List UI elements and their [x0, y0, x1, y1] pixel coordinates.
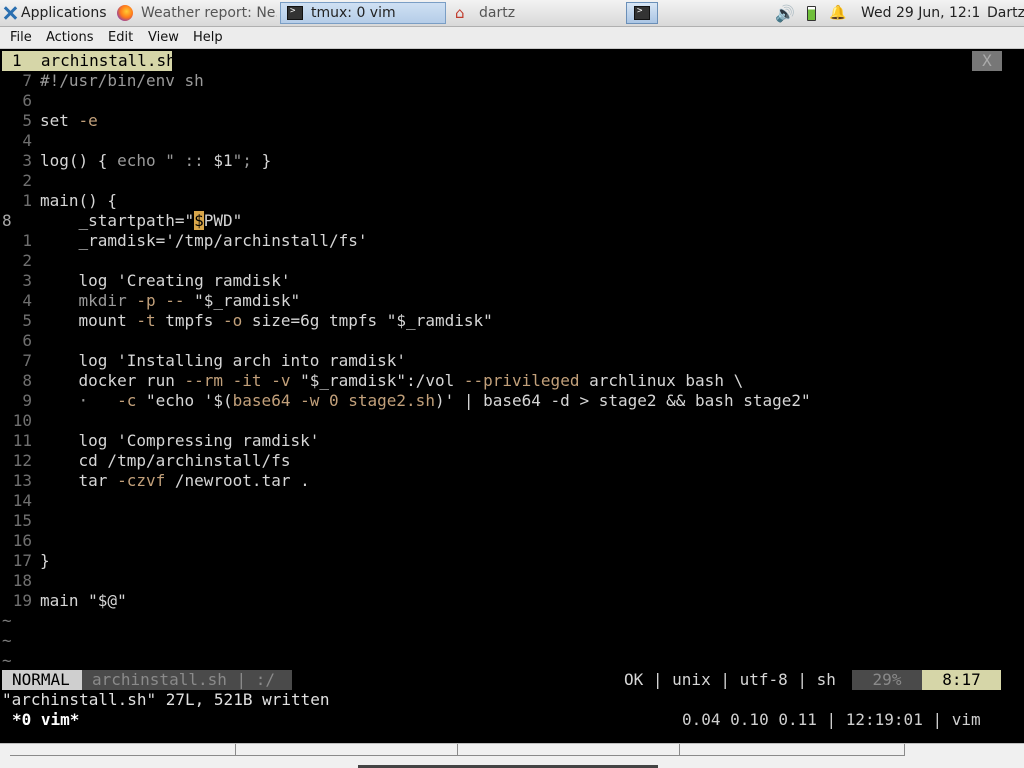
status-filename: archinstall.sh | :/	[82, 670, 292, 690]
task-label: dartz	[479, 5, 516, 21]
vim-status-line: NORMAL archinstall.sh | :/ OK | unix | u…	[2, 670, 1001, 690]
code-line: 19 main "$@"	[12, 591, 127, 610]
mode-indicator: NORMAL	[2, 670, 82, 690]
clock[interactable]: Wed 29 Jun, 12:19	[861, 0, 979, 26]
firefox-icon	[117, 5, 133, 21]
status-fileinfo: OK | unix | utf-8 | sh	[624, 670, 836, 689]
code-line: 4 mkdir -p -- "$_ramdisk"	[22, 291, 301, 310]
task-label: Weather report: Ne...	[141, 5, 278, 21]
menu-edit[interactable]: Edit	[108, 30, 133, 45]
code-line: 3 log() { echo " :: $1"; }	[22, 151, 272, 170]
workspace-slot[interactable]	[236, 744, 458, 756]
code-line: 10	[12, 411, 32, 430]
menu-file[interactable]: File	[10, 30, 32, 45]
task-label: tmux: 0 vim	[311, 5, 396, 21]
code-line: 5 mount -t tmpfs -o size=6g tmpfs "$_ram…	[22, 311, 493, 330]
battery-icon[interactable]	[805, 0, 817, 26]
status-cursor-position: 8:17	[922, 670, 1001, 690]
code-line: 6	[22, 91, 32, 110]
code-line: 2	[22, 171, 32, 190]
xfce-icon	[2, 5, 18, 21]
applications-label: Applications	[21, 5, 107, 21]
bottom-panel	[0, 743, 1024, 768]
terminal-icon	[287, 6, 303, 20]
code-line: 18	[12, 571, 32, 590]
code-line: 6	[22, 331, 32, 350]
code-line: 1 _ramdisk='/tmp/archinstall/fs'	[22, 231, 368, 250]
code-line: 14	[12, 491, 32, 510]
empty-line-marker: ~	[2, 651, 12, 670]
user-menu[interactable]: Dartz	[987, 0, 1024, 26]
code-line: 1 main() {	[22, 191, 118, 210]
code-line: 17}	[12, 551, 50, 570]
vim-tab[interactable]: 1 archinstall.sh	[2, 51, 176, 71]
code-line: 16	[12, 531, 32, 550]
taskbar-button-home[interactable]: ⌂ dartz	[448, 2, 618, 24]
code-line: 2	[22, 251, 32, 270]
empty-line-marker: ~	[2, 611, 12, 630]
workspace-slot[interactable]	[680, 744, 905, 756]
empty-line-marker: ~	[2, 631, 12, 650]
code-line: 11 log 'Compressing ramdisk'	[12, 431, 320, 450]
workspace-slot[interactable]	[458, 744, 680, 756]
volume-icon[interactable]: 🔊	[775, 0, 795, 26]
taskbar-button-terminal[interactable]	[626, 2, 658, 24]
close-tab-button[interactable]: X	[972, 51, 1002, 71]
menu-bar: File Actions Edit View Help	[0, 27, 1024, 49]
terminal-icon	[634, 6, 650, 20]
workspace-slot[interactable]	[10, 744, 236, 756]
home-icon: ⌂	[455, 4, 465, 22]
code-line: 15	[12, 511, 32, 530]
menu-actions[interactable]: Actions	[46, 30, 94, 45]
code-line: 9 · -c "echo '$(base64 -w 0 stage2.sh)' …	[22, 391, 811, 410]
code-line: 4	[22, 131, 32, 150]
menu-help[interactable]: Help	[193, 30, 223, 45]
code-line: 13 tar -czvf /newroot.tar .	[12, 471, 310, 490]
menu-view[interactable]: View	[148, 30, 179, 45]
code-line: 5 set -e	[22, 111, 98, 130]
code-line: 3 log 'Creating ramdisk'	[22, 271, 291, 290]
code-line: 8 docker run --rm -it -v "$_ramdisk":/vo…	[22, 371, 744, 390]
code-line: 7 #!/usr/bin/env sh	[22, 71, 204, 90]
code-line: 7 log 'Installing arch into ramdisk'	[22, 351, 407, 370]
code-line: 12 cd /tmp/archinstall/fs	[12, 451, 291, 470]
command-message: "archinstall.sh" 27L, 521B written	[2, 690, 330, 709]
code-line-current: 8 _startpath="$PWD"	[2, 211, 243, 230]
tmux-status-right: 0.04 0.10 0.11 | 12:19:01 | vim	[682, 710, 981, 729]
applications-menu[interactable]: Applications	[0, 0, 108, 26]
terminal-area[interactable]: 1 archinstall.sh X 7 #!/usr/bin/env sh 6 …	[0, 50, 1024, 743]
notification-bell-icon[interactable]: 🔔	[829, 0, 847, 26]
top-panel: Applications Weather report: Ne... tmux:…	[0, 0, 1024, 27]
tmux-window-tab[interactable]: *0 vim*	[12, 710, 79, 730]
taskbar-button-tmux[interactable]: tmux: 0 vim	[280, 2, 446, 24]
status-percent: 29%	[852, 670, 922, 690]
taskbar-button-firefox[interactable]: Weather report: Ne...	[110, 2, 278, 24]
